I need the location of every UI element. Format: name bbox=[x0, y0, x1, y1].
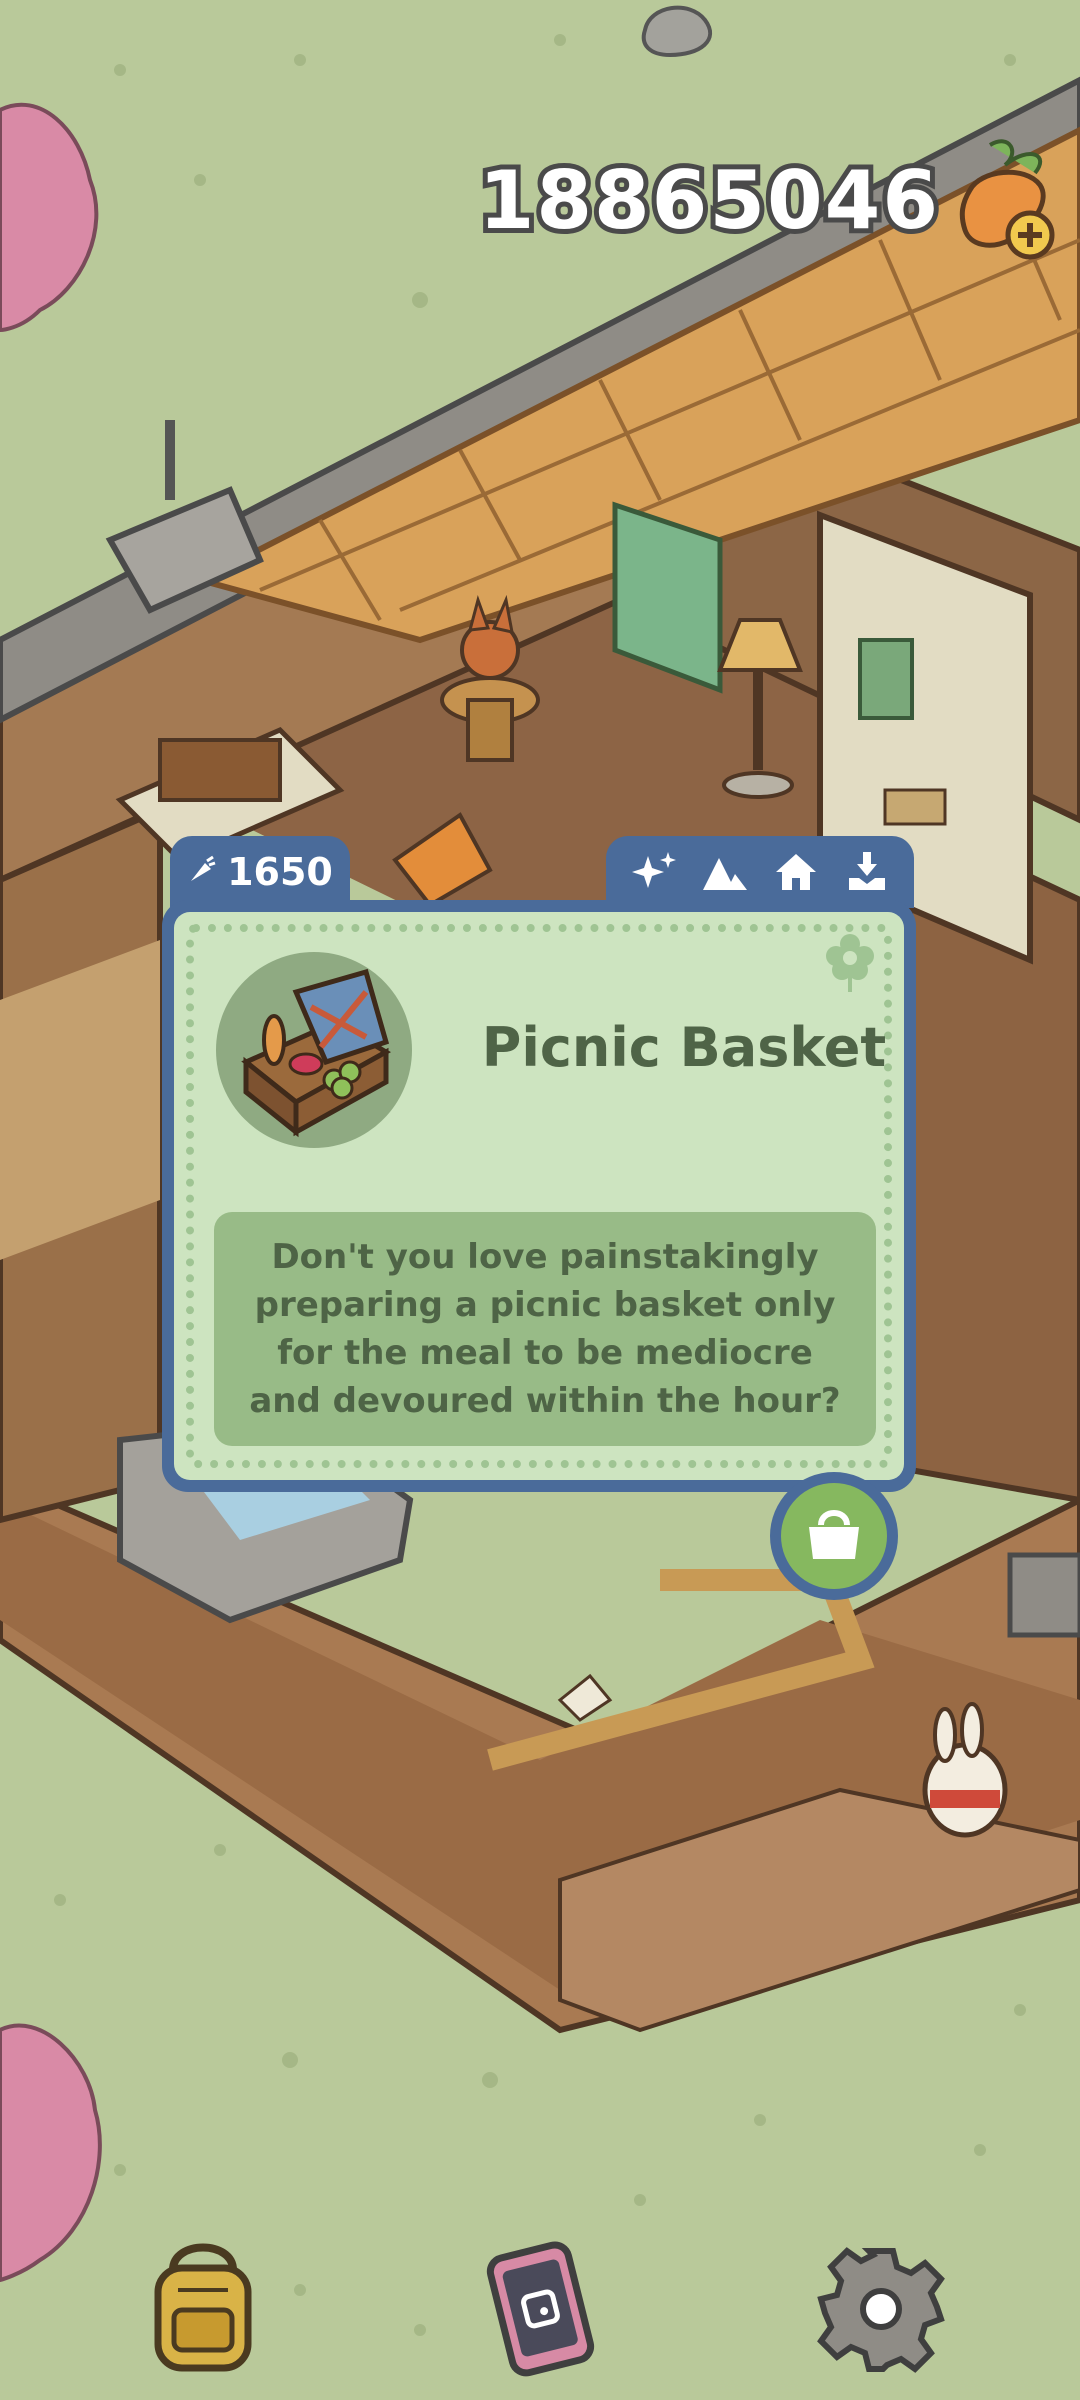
phone-button[interactable] bbox=[465, 2232, 615, 2382]
currency-amount: 18865046 bbox=[474, 149, 943, 252]
backpack-button[interactable] bbox=[128, 2230, 278, 2380]
item-tags bbox=[606, 836, 914, 908]
backpack-icon bbox=[128, 2243, 278, 2384]
item-card-body: Picnic Basket Don't you love painstaking… bbox=[174, 912, 904, 1480]
carrot-add-icon[interactable] bbox=[950, 135, 1060, 265]
house-icon bbox=[772, 848, 820, 896]
item-name: Picnic Basket bbox=[481, 1015, 887, 1079]
picnic-basket-icon bbox=[241, 968, 391, 1138]
phone-icon bbox=[465, 2241, 615, 2386]
flower-icon bbox=[822, 930, 878, 994]
item-description: Don't you love painstakingly preparing a… bbox=[214, 1212, 876, 1446]
settings-button[interactable] bbox=[806, 2234, 956, 2384]
price-tab: 1650 bbox=[170, 836, 350, 908]
item-image bbox=[216, 952, 412, 1148]
place-icon bbox=[843, 848, 891, 896]
gear-icon bbox=[806, 2247, 956, 2388]
bag-icon bbox=[801, 1501, 867, 1571]
item-card: Picnic Basket Don't you love painstaking… bbox=[162, 900, 916, 1492]
buy-button[interactable] bbox=[770, 1472, 898, 1600]
sparkle-icon bbox=[630, 848, 678, 896]
item-price: 1650 bbox=[227, 850, 333, 894]
mountain-icon bbox=[701, 848, 749, 896]
carrot-icon bbox=[187, 850, 217, 894]
currency-display: 18865046 bbox=[474, 139, 1060, 260]
